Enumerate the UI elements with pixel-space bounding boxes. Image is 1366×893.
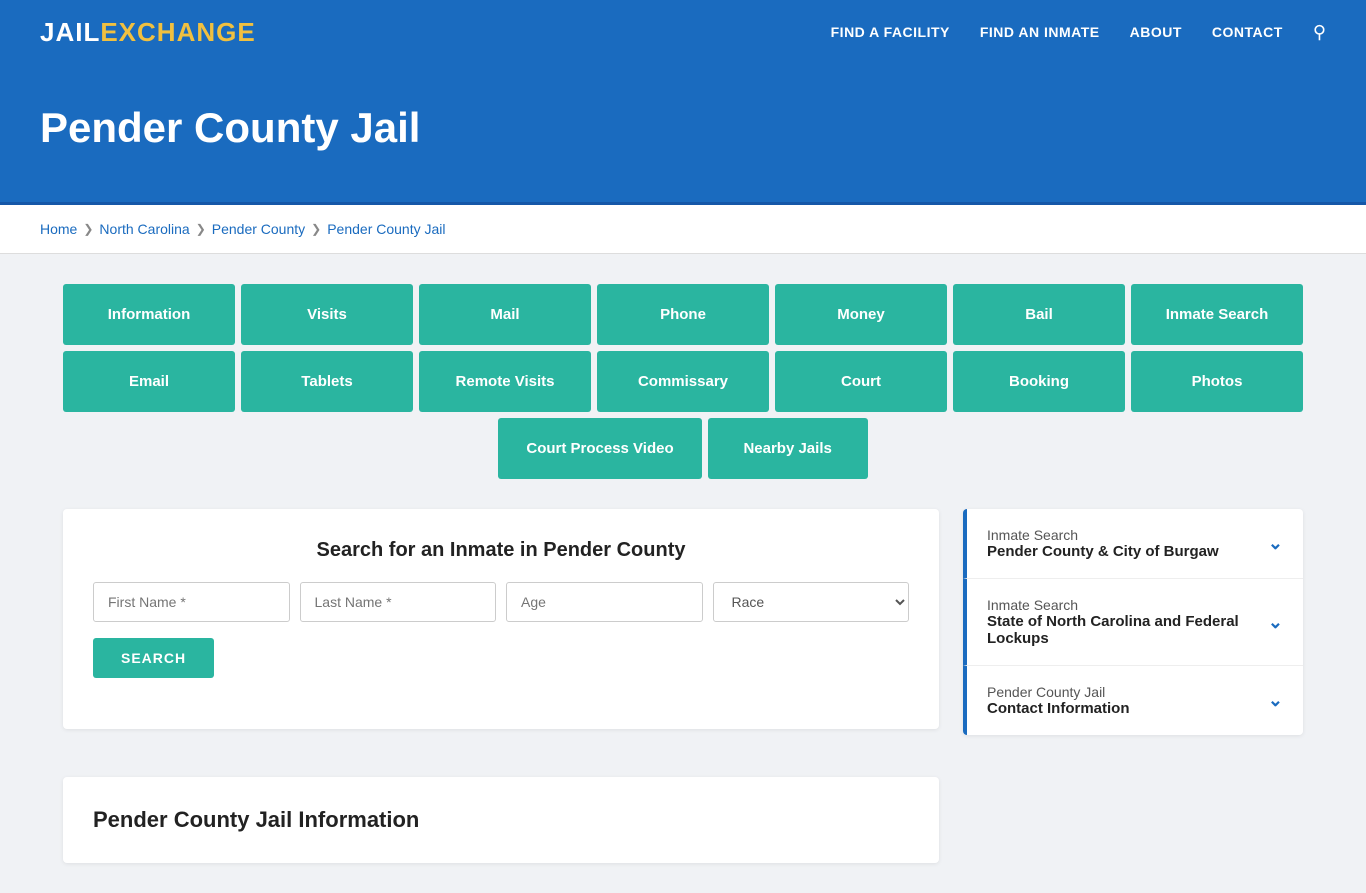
sidebar-item-1-title: Inmate Search — [987, 527, 1219, 543]
search-button[interactable]: SEARCH — [93, 638, 214, 678]
brand-logo[interactable]: JAILEXCHANGE — [40, 17, 256, 48]
btn-mail[interactable]: Mail — [419, 284, 591, 345]
sidebar-item-1-subtitle: Pender County & City of Burgaw — [987, 543, 1219, 560]
btn-email[interactable]: Email — [63, 351, 235, 412]
age-input[interactable] — [506, 582, 703, 622]
sidebar-contact-info[interactable]: Pender County Jail Contact Information ⌄ — [963, 666, 1303, 735]
breadcrumb-sep-1: ❯ — [83, 222, 93, 236]
first-name-input[interactable] — [93, 582, 290, 622]
contact-link[interactable]: CONTACT — [1212, 24, 1283, 40]
breadcrumb-current: Pender County Jail — [327, 221, 445, 237]
main-container: Information Visits Mail Phone Money Bail… — [33, 284, 1333, 863]
brand-part2: EXCHANGE — [100, 17, 255, 47]
breadcrumb-bar: Home ❯ North Carolina ❯ Pender County ❯ … — [0, 205, 1366, 254]
btn-remote-visits[interactable]: Remote Visits — [419, 351, 591, 412]
about-link[interactable]: ABOUT — [1130, 24, 1182, 40]
find-facility-link[interactable]: FIND A FACILITY — [831, 24, 950, 40]
sidebar-item-2-subtitle: State of North Carolina and Federal Lock… — [987, 613, 1268, 647]
sidebar-item-3-subtitle: Contact Information — [987, 700, 1130, 717]
search-panel: Search for an Inmate in Pender County Ra… — [63, 509, 939, 729]
breadcrumb-sep-2: ❯ — [196, 222, 206, 236]
sidebar-item-2-title: Inmate Search — [987, 597, 1268, 613]
search-icon[interactable]: ⚲ — [1313, 22, 1326, 43]
btn-phone[interactable]: Phone — [597, 284, 769, 345]
hero-section: Pender County Jail — [0, 64, 1366, 202]
btn-tablets[interactable]: Tablets — [241, 351, 413, 412]
breadcrumb-nc[interactable]: North Carolina — [99, 221, 189, 237]
action-grid-row2: Email Tablets Remote Visits Commissary C… — [63, 351, 1303, 412]
breadcrumb-home[interactable]: Home — [40, 221, 77, 237]
btn-information[interactable]: Information — [63, 284, 235, 345]
info-section: Pender County Jail Information — [63, 777, 939, 863]
search-fields: Race White Black Hispanic Asian Other — [93, 582, 909, 622]
btn-money[interactable]: Money — [775, 284, 947, 345]
race-select[interactable]: Race White Black Hispanic Asian Other — [713, 582, 910, 622]
breadcrumb: Home ❯ North Carolina ❯ Pender County ❯ … — [40, 221, 1326, 237]
content-row: Search for an Inmate in Pender County Ra… — [63, 509, 1303, 863]
btn-commissary[interactable]: Commissary — [597, 351, 769, 412]
btn-photos[interactable]: Photos — [1131, 351, 1303, 412]
sidebar-inmate-search-1[interactable]: Inmate Search Pender County & City of Bu… — [963, 509, 1303, 579]
search-title: Search for an Inmate in Pender County — [93, 539, 909, 562]
sidebar-inmate-search-2[interactable]: Inmate Search State of North Carolina an… — [963, 579, 1303, 666]
sidebar: Inmate Search Pender County & City of Bu… — [963, 509, 1303, 735]
brand-part1: JAIL — [40, 17, 100, 47]
btn-visits[interactable]: Visits — [241, 284, 413, 345]
btn-court[interactable]: Court — [775, 351, 947, 412]
last-name-input[interactable] — [300, 582, 497, 622]
btn-inmate-search[interactable]: Inmate Search — [1131, 284, 1303, 345]
info-title: Pender County Jail Information — [93, 807, 909, 833]
btn-booking[interactable]: Booking — [953, 351, 1125, 412]
page-title: Pender County Jail — [40, 104, 1326, 152]
nav-links: FIND A FACILITY FIND AN INMATE ABOUT CON… — [831, 22, 1326, 43]
action-grid-row1: Information Visits Mail Phone Money Bail… — [63, 284, 1303, 345]
sidebar-item-3-title: Pender County Jail — [987, 684, 1130, 700]
action-grid-row3: Court Process Video Nearby Jails — [63, 418, 1303, 479]
chevron-down-icon-1: ⌄ — [1268, 533, 1283, 554]
btn-court-process[interactable]: Court Process Video — [498, 418, 701, 479]
breadcrumb-pender[interactable]: Pender County — [212, 221, 305, 237]
btn-bail[interactable]: Bail — [953, 284, 1125, 345]
find-inmate-link[interactable]: FIND AN INMATE — [980, 24, 1100, 40]
btn-nearby-jails[interactable]: Nearby Jails — [708, 418, 868, 479]
chevron-down-icon-2: ⌄ — [1268, 612, 1283, 633]
chevron-down-icon-3: ⌄ — [1268, 690, 1283, 711]
breadcrumb-sep-3: ❯ — [311, 222, 321, 236]
navbar: JAILEXCHANGE FIND A FACILITY FIND AN INM… — [0, 0, 1366, 64]
